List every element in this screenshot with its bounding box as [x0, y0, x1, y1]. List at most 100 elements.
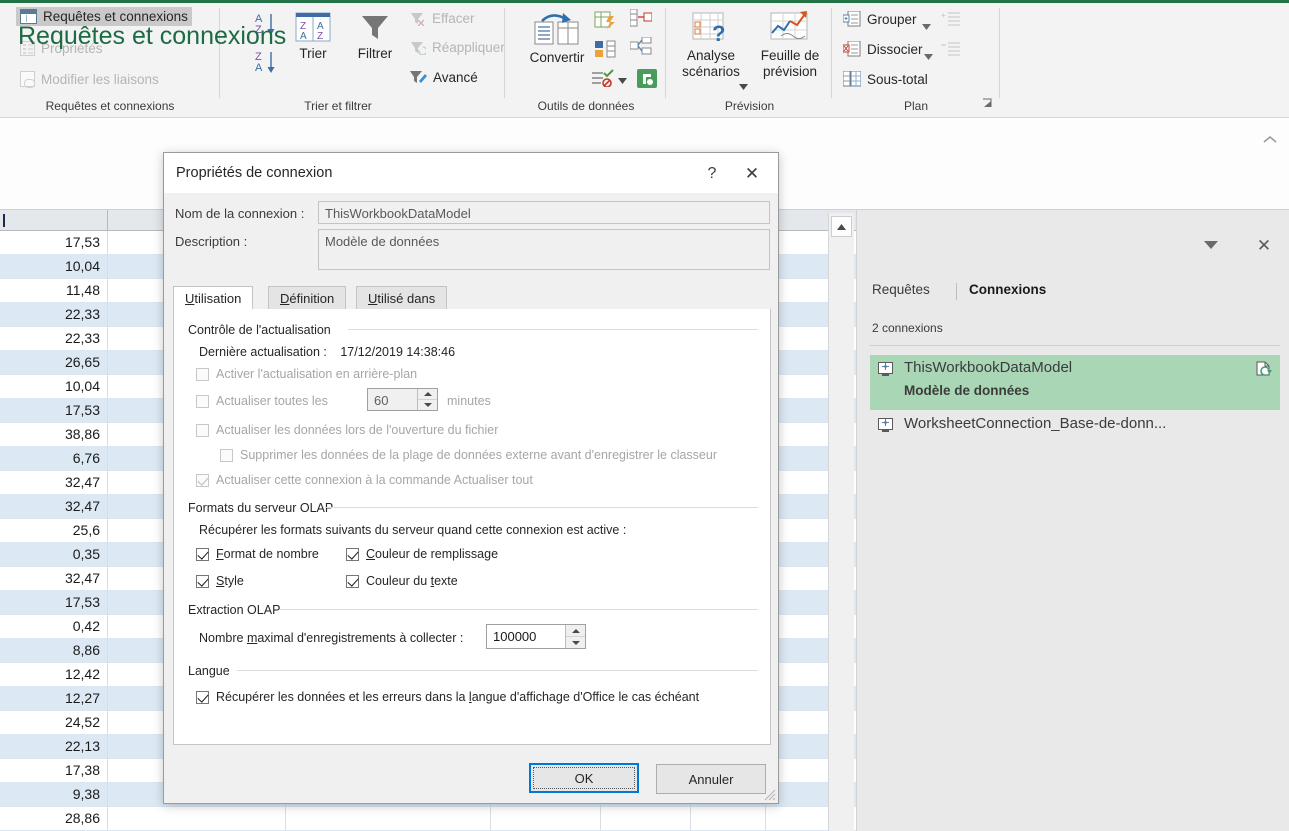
data-validation-dropdown-arrow[interactable] — [618, 73, 627, 87]
checkbox-number-format[interactable]: Format de nombre — [196, 547, 319, 561]
sort-descending-button[interactable]: Z A — [255, 49, 279, 78]
scroll-up-button[interactable] — [831, 216, 852, 237]
connection-name-field[interactable]: ThisWorkbookDataModel — [318, 201, 770, 224]
grid-cell[interactable]: 22,33 — [0, 327, 107, 350]
grid-cell[interactable]: 10,04 — [0, 375, 107, 398]
ribbon-button-show-detail[interactable]: + — [941, 11, 961, 30]
grid-cell[interactable]: 12,42 — [0, 663, 107, 686]
ribbon-button-flash-fill[interactable] — [594, 11, 616, 32]
grid-row[interactable]: 28,86 — [0, 807, 856, 831]
ribbon-button-consolidate[interactable] — [629, 8, 653, 30]
grid-cell[interactable]: 17,38 — [0, 759, 107, 782]
grid-cell[interactable]: 25,6 — [0, 519, 107, 542]
stepper-buttons[interactable] — [417, 389, 437, 410]
triangle-up-icon — [837, 223, 846, 230]
grid-cell[interactable]: 17,53 — [0, 231, 107, 254]
last-refresh-value: 17/12/2019 14:38:46 — [340, 345, 456, 359]
ribbon-button-label: Convertir — [529, 50, 585, 65]
grid-cell[interactable]: 26,65 — [0, 351, 107, 374]
checkbox-style[interactable]: Style — [196, 574, 244, 588]
ribbon-button-text-to-columns[interactable]: Convertir — [514, 13, 600, 66]
checkbox-box — [196, 395, 209, 408]
grid-cell[interactable]: 11,48 — [0, 279, 107, 302]
refresh-icon — [1256, 361, 1272, 376]
checkbox-refresh-on-open[interactable]: Actualiser les données lors de l'ouvertu… — [196, 423, 498, 437]
checkbox-text-color[interactable]: Couleur du texte — [346, 574, 458, 588]
pane-options-dropdown[interactable] — [1204, 238, 1224, 254]
tab-definition[interactable]: Définition — [268, 286, 347, 310]
grid-cell[interactable]: 22,13 — [0, 735, 107, 758]
ribbon-button-sort[interactable]: Z A A Z Trier — [284, 11, 342, 62]
pane-tab-connections[interactable]: Connexions — [969, 282, 1046, 297]
grid-cell[interactable]: 0,42 — [0, 615, 107, 638]
description-field[interactable]: Modèle de données — [318, 229, 770, 270]
checkbox-office-language[interactable]: Récupérer les données et les erreurs dan… — [196, 690, 699, 704]
cancel-button[interactable]: Annuler — [656, 764, 766, 794]
ribbon-button-group[interactable]: Grouper — [839, 9, 921, 29]
ribbon-button-forecast-sheet[interactable]: Feuille de prévision — [751, 11, 829, 79]
ok-button[interactable]: OK — [529, 763, 639, 793]
ribbon-button-filter[interactable]: Filtrer — [346, 11, 404, 62]
connection-list-item[interactable]: ThisWorkbookDataModel Modèle de données — [870, 355, 1280, 410]
connection-list-item[interactable]: WorksheetConnection_Base-de-donn... — [870, 411, 1280, 441]
dialog-close-button[interactable]: ✕ — [740, 163, 764, 185]
ribbon-button-edit-links[interactable]: Modifier les liaisons — [16, 69, 163, 89]
tab-utilise-dans[interactable]: Utilisé dans — [356, 286, 448, 310]
grid-cell[interactable]: 22,33 — [0, 303, 107, 326]
grid-cell[interactable]: 24,52 — [0, 711, 107, 734]
grid-cell[interactable]: 9,38 — [0, 783, 107, 806]
ribbon-button-data-validation[interactable] — [591, 69, 615, 90]
checkbox-remove-external-data[interactable]: Supprimer les données de la plage de don… — [220, 448, 717, 462]
ribbon-group-title: Trier et filtrer — [304, 99, 372, 113]
grid-cell[interactable]: 10,04 — [0, 255, 107, 278]
checkbox-background-refresh[interactable]: Activer l'actualisation en arrière-plan — [196, 367, 417, 381]
stepper-buttons[interactable] — [565, 625, 585, 648]
ribbon-button-clear-filter[interactable]: Effacer — [406, 9, 479, 28]
max-records-stepper[interactable]: 100000 — [486, 624, 586, 649]
description-label: Description : — [175, 234, 248, 249]
stepper-up-button[interactable] — [566, 625, 585, 637]
outline-dialog-launcher[interactable] — [982, 98, 993, 112]
ungroup-dropdown-arrow[interactable] — [924, 49, 933, 63]
ribbon-button-remove-duplicates[interactable] — [594, 40, 616, 61]
grid-cell[interactable]: 0,35 — [0, 543, 107, 566]
stepper-up-button[interactable] — [418, 389, 437, 400]
dialog-title-bar[interactable]: Propriétés de connexion ? ✕ — [164, 153, 778, 193]
tab-utilisation[interactable]: Utilisation — [173, 286, 254, 310]
stepper-down-button[interactable] — [566, 637, 585, 648]
ribbon-button-ungroup[interactable]: Dissocier — [839, 39, 927, 59]
ribbon-button-advanced-filter[interactable]: Avancé — [406, 67, 482, 87]
grid-cell[interactable]: 32,47 — [0, 471, 107, 494]
dialog-help-button[interactable]: ? — [701, 163, 723, 185]
grid-cell[interactable]: 17,53 — [0, 591, 107, 614]
what-if-dropdown-arrow[interactable] — [739, 79, 748, 93]
ribbon-button-what-if[interactable]: ? Analyse scénarios — [673, 11, 749, 79]
refresh-connection-icon[interactable] — [1256, 361, 1273, 380]
ribbon-button-relationships[interactable] — [629, 36, 652, 58]
grid-column-line — [490, 807, 491, 831]
stepper-down-button[interactable] — [418, 400, 437, 410]
ribbon-button-hide-detail[interactable] — [941, 41, 961, 60]
checkbox-refresh-all[interactable]: Actualiser cette connexion à la commande… — [196, 473, 533, 487]
checkbox-fill-color[interactable]: Couleur de remplissage — [346, 547, 498, 561]
grid-cell[interactable]: 32,47 — [0, 567, 107, 590]
collapse-ribbon-chevron-icon[interactable] — [1262, 134, 1278, 150]
pane-tab-queries[interactable]: Requêtes — [872, 282, 930, 297]
ribbon-button-subtotal[interactable]: Sous-total — [839, 69, 932, 89]
ribbon-button-reapply[interactable]: Réappliquer — [406, 38, 509, 57]
grid-cell[interactable]: 6,76 — [0, 447, 107, 470]
grid-cell[interactable]: 32,47 — [0, 495, 107, 518]
group-dropdown-arrow[interactable] — [922, 19, 931, 33]
grid-cell[interactable]: 17,53 — [0, 399, 107, 422]
ribbon-button-manage-data-model[interactable] — [636, 68, 658, 92]
grid-cell[interactable]: 38,86 — [0, 423, 107, 446]
grid-cell[interactable]: 12,27 — [0, 687, 107, 710]
checkbox-refresh-every[interactable]: Actualiser toutes les — [196, 394, 328, 408]
dialog-resize-grip[interactable] — [764, 789, 776, 801]
ribbon-group-separator — [665, 8, 666, 98]
refresh-interval-stepper[interactable]: 60 — [367, 388, 438, 411]
grid-cell[interactable]: 8,86 — [0, 639, 107, 662]
grid-cell[interactable]: 28,86 — [0, 807, 107, 830]
grid-vertical-scrollbar[interactable] — [828, 213, 854, 831]
pane-close-button[interactable]: ✕ — [1255, 237, 1273, 255]
